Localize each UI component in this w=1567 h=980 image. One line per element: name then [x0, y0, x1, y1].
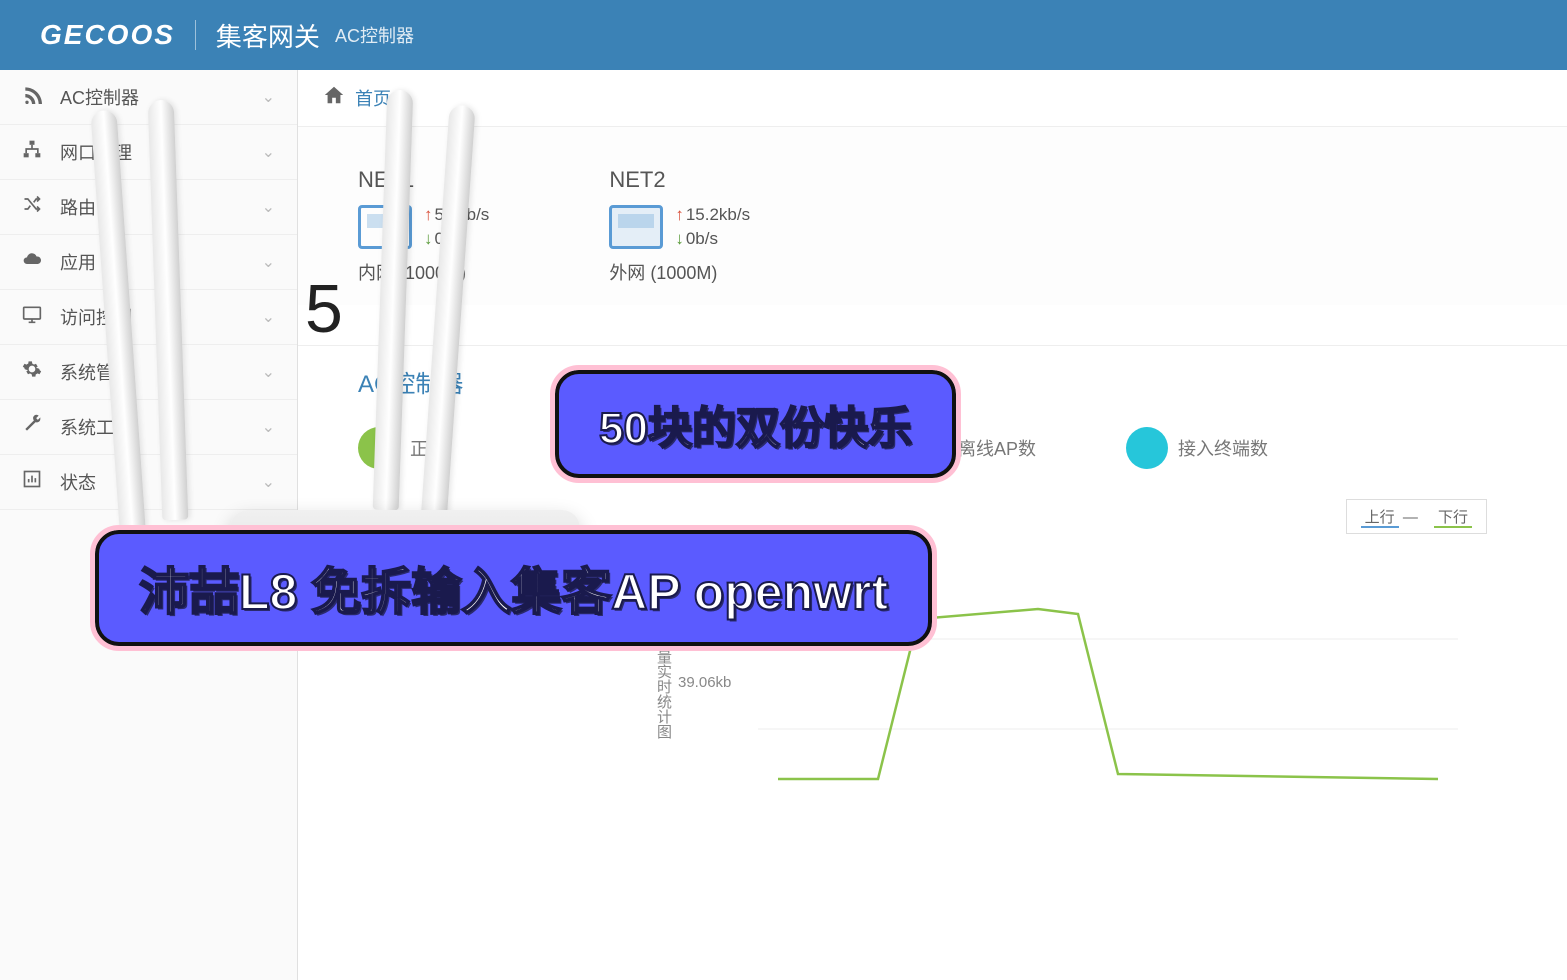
sidebar-item-label: AC控制器	[60, 84, 262, 110]
net1-desc: 内网 (1000M)	[358, 259, 489, 285]
bar-chart-icon	[22, 469, 48, 495]
stat-status: 正常	[358, 427, 446, 469]
sidebar-item-label: 访问控制	[60, 304, 262, 330]
sidebar-item-ac[interactable]: AC控制器 ⌄	[0, 70, 297, 125]
header: GECOOS 集客网关 AC控制器	[0, 0, 1567, 70]
sidebar-item-systools[interactable]: 系统工具 ⌄	[0, 400, 297, 455]
home-icon[interactable]	[323, 84, 345, 112]
status-dot-icon	[358, 427, 400, 469]
status-dot-icon	[1126, 427, 1168, 469]
sidebar-item-label: 应用	[60, 249, 262, 275]
net1-block: NET1 5.3kb/s 0b/s 内网 (1000M)	[358, 167, 489, 285]
sidebar-item-label: 系统工具	[60, 414, 262, 440]
sidebar-item-ports[interactable]: 网口管理 ⌄	[0, 125, 297, 180]
chevron-down-icon: ⌄	[262, 87, 275, 107]
net1-down: 0b/s	[424, 227, 489, 251]
breadcrumb-home-link[interactable]: 首页	[355, 85, 391, 111]
legend-down-dash: —	[1403, 509, 1418, 526]
chevron-down-icon: ⌄	[262, 472, 275, 492]
sidebar-item-label: 系统管理	[60, 359, 262, 385]
chevron-down-icon: ⌄	[262, 142, 275, 162]
rss-icon	[22, 84, 48, 110]
main-content: 首页 NET1 5.3kb/s 0b/s 内网 (1000M) NET2	[298, 70, 1567, 980]
shuffle-icon	[22, 194, 48, 220]
chart-tick-1: 39.06kb	[678, 674, 731, 691]
legend-down: 下行	[1434, 509, 1472, 528]
sidebar-item-label: 路由	[60, 194, 262, 220]
banner-2: 沛喆L8 免拆输入集客AP openwrt	[95, 530, 932, 646]
chart-legend: 上行 — 下行	[1346, 499, 1487, 534]
big-number: 5	[305, 270, 343, 348]
cloud-icon	[22, 249, 48, 275]
legend-up: 上行	[1361, 509, 1399, 528]
net2-desc: 外网 (1000M)	[609, 259, 750, 285]
stat-label: 正常	[410, 435, 446, 461]
net1-name: NET1	[358, 167, 489, 193]
stat-label: 接入终端数	[1178, 435, 1268, 461]
net1-rates: 5.3kb/s 0b/s	[424, 203, 489, 251]
network-icon	[22, 139, 48, 165]
net2-down: 0b/s	[675, 227, 750, 251]
sidebar-item-access[interactable]: 访问控制 ⌄	[0, 290, 297, 345]
chevron-down-icon: ⌄	[262, 362, 275, 382]
net2-block: NET2 15.2kb/s 0b/s 外网 (1000M)	[609, 167, 750, 285]
sidebar: AC控制器 ⌄ 网口管理 ⌄ 路由 ⌄ 应用 ⌄	[0, 70, 298, 980]
net2-name: NET2	[609, 167, 750, 193]
ethernet-icon	[358, 205, 412, 249]
wrench-icon	[22, 414, 48, 440]
net2-up: 15.2kb/s	[675, 203, 750, 227]
brand-title: 集客网关	[216, 17, 320, 54]
stat-terminals: 接入终端数	[1126, 427, 1268, 469]
brand-subtitle: AC控制器	[335, 22, 414, 48]
ethernet-icon	[609, 205, 663, 249]
chevron-down-icon: ⌄	[262, 417, 275, 437]
sidebar-item-label: 状态	[60, 469, 262, 495]
chart-ylabel: 量实时统计图	[653, 649, 674, 739]
chevron-down-icon: ⌄	[262, 197, 275, 217]
banner-1: 50块的双份快乐	[555, 370, 956, 478]
banner-2-text: 沛喆L8 免拆输入集客AP openwrt	[139, 552, 888, 624]
sidebar-item-sysmgmt[interactable]: 系统管理 ⌄	[0, 345, 297, 400]
sidebar-item-label: 网口管理	[60, 139, 262, 165]
sidebar-item-route[interactable]: 路由 ⌄	[0, 180, 297, 235]
stat-label: 离线AP数	[958, 435, 1036, 461]
monitor-icon	[22, 304, 48, 330]
sidebar-item-apps[interactable]: 应用 ⌄	[0, 235, 297, 290]
net1-up: 5.3kb/s	[424, 203, 489, 227]
chevron-down-icon: ⌄	[262, 252, 275, 272]
net2-rates: 15.2kb/s 0b/s	[675, 203, 750, 251]
banner-1-text: 50块的双份快乐	[599, 392, 912, 456]
breadcrumb: 首页	[298, 70, 1567, 127]
chevron-down-icon: ⌄	[262, 307, 275, 327]
divider	[195, 20, 196, 50]
sidebar-item-status[interactable]: 状态 ⌄	[0, 455, 297, 510]
network-row: NET1 5.3kb/s 0b/s 内网 (1000M) NET2 15.2kb…	[298, 127, 1567, 305]
logo: GECOOS	[40, 19, 175, 51]
gear-icon	[22, 359, 48, 385]
